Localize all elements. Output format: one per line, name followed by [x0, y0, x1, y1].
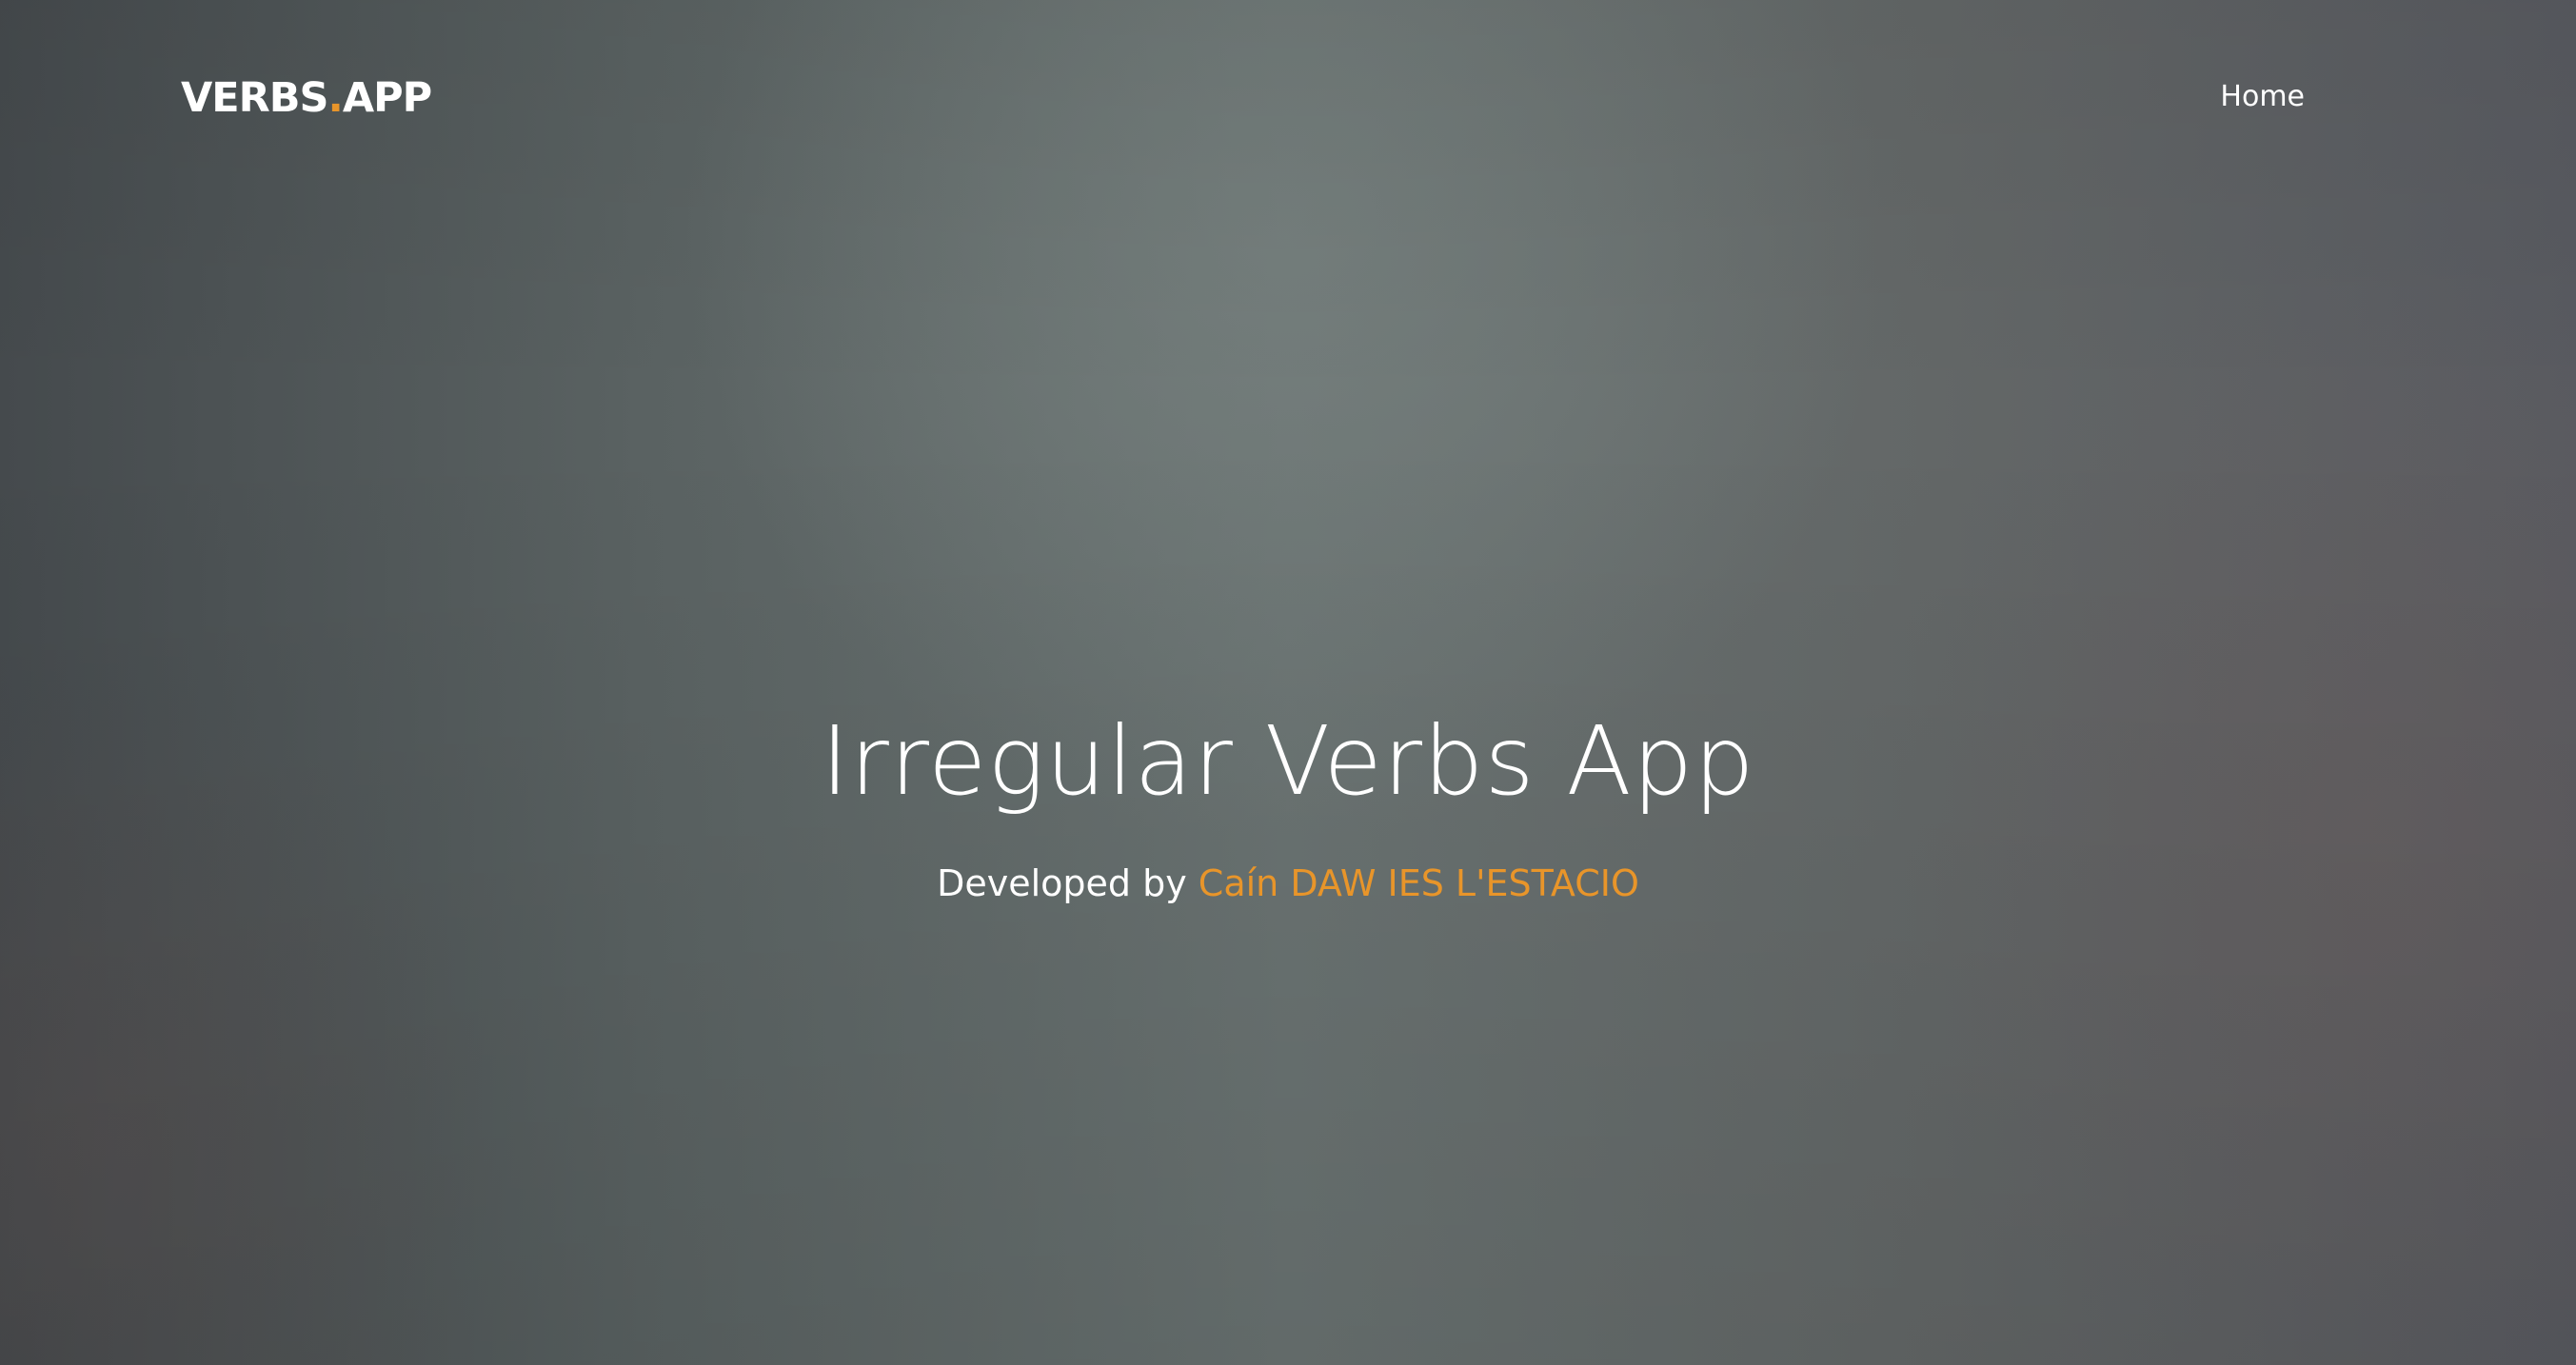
hero-subtitle: Developed by Caín DAW IES L'ESTACIO	[0, 855, 2576, 912]
top-navbar: VERBS.APP Home	[0, 0, 2576, 195]
brand-logo[interactable]: VERBS.APP	[181, 69, 432, 127]
nav-link-home[interactable]: Home	[2220, 76, 2305, 118]
background-overlay	[0, 0, 2576, 1365]
hero-title: Irregular Verbs App	[821, 705, 1755, 817]
hero-author: Caín DAW IES L'ESTACIO	[1198, 862, 1639, 904]
brand-dot: .	[327, 74, 344, 122]
brand-prefix: VERBS	[181, 74, 329, 122]
hero-section: Irregular Verbs App Developed by Caín DA…	[0, 685, 2576, 912]
brand-suffix: APP	[342, 74, 432, 122]
hero-subtitle-prefix: Developed by	[937, 862, 1187, 904]
